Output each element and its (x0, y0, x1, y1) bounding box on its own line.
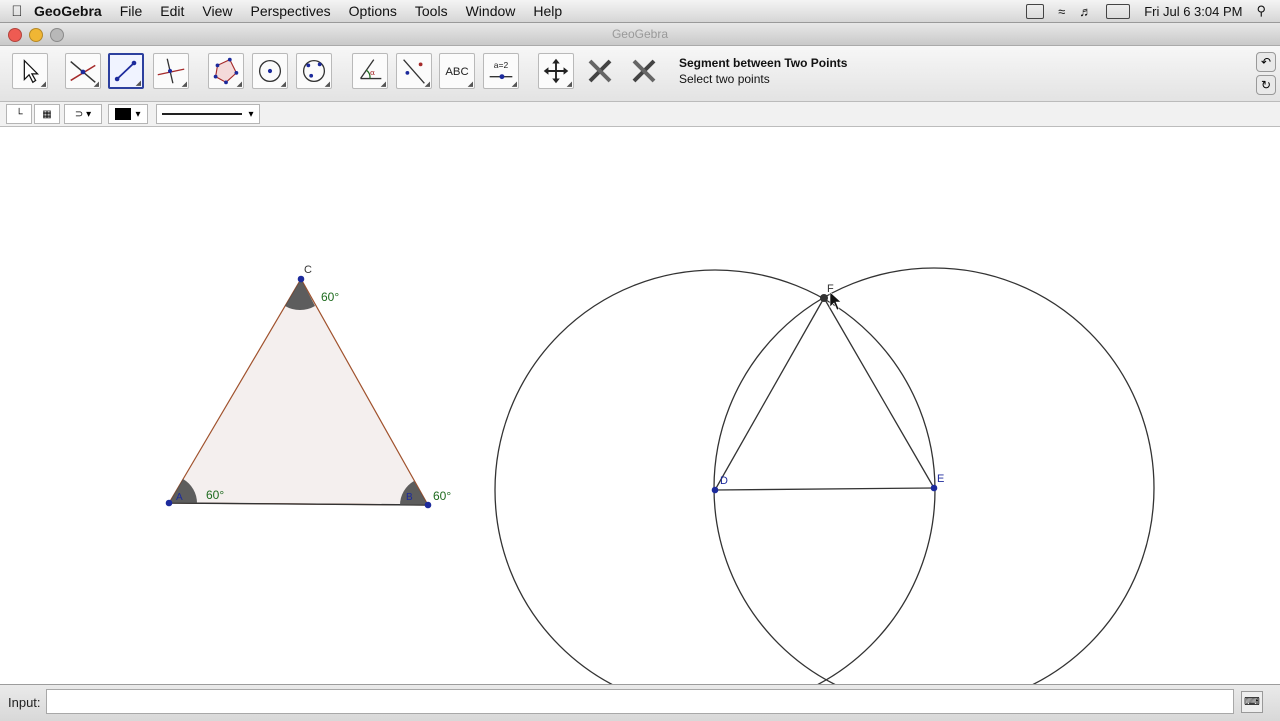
input-bar: Input: ⌨ (0, 684, 1280, 721)
tool-info: Segment between Two Points Select two po… (679, 56, 847, 86)
tool-toolbar: ◢ ◢ ◢ ◢ ◢ ◢ ◢ α ◢ ◢ ABC ◢ a=2 ◢ ◢ Segmen… (0, 46, 1280, 102)
slider-tool-glyph: a=2 (494, 60, 509, 70)
keyboard-icon[interactable]: ⌨ (1241, 691, 1263, 713)
menu-tools[interactable]: Tools (415, 3, 448, 19)
wifi-icon[interactable]: ≈ (1058, 4, 1065, 19)
polygon-tool-button[interactable]: ◢ (208, 53, 244, 89)
tools-icon-1[interactable] (582, 53, 618, 89)
spotlight-search-icon[interactable]: ⚲ (1256, 3, 1266, 19)
apple-menu-icon[interactable]:  (0, 3, 34, 20)
menu-file[interactable]: File (120, 3, 143, 19)
text-tool-glyph: ABC (445, 66, 468, 78)
mac-menubar:  GeoGebra File Edit View Perspectives O… (0, 0, 1280, 23)
window-titlebar: GeoGebra (0, 23, 1280, 46)
point-tool-button[interactable]: ◢ (65, 53, 101, 89)
line-style-dropdown[interactable]: ▾ (156, 104, 260, 124)
segment-tool-button[interactable]: ◢ (108, 53, 144, 89)
circle-centered-d[interactable] (494, 269, 936, 684)
point-capture-dropdown[interactable]: ⊃ ▾ (64, 104, 102, 124)
graphics-view[interactable]: 60° 60° 60° C A B D E F (0, 127, 1280, 684)
perpendicular-tool-button[interactable]: ◢ (153, 53, 189, 89)
angle-marker-c[interactable] (285, 279, 315, 311)
battery-icon[interactable] (1106, 3, 1131, 19)
point-label-d: D (720, 475, 728, 487)
menubar-clock[interactable]: Fri Jul 6 3:04 PM (1144, 4, 1242, 19)
segment-df[interactable] (714, 297, 825, 491)
style-bar: └ ▦ ⊃ ▾ ▾ ▾ (0, 102, 1280, 127)
point-e[interactable] (930, 484, 938, 492)
volume-icon[interactable]: ♬ (1079, 4, 1092, 19)
angle-label-a: 60° (206, 488, 224, 502)
point-label-c: C (304, 264, 312, 276)
point-b[interactable] (424, 501, 432, 509)
menu-edit[interactable]: Edit (160, 3, 184, 19)
segment-ef[interactable] (823, 297, 935, 489)
slider-tool-button[interactable]: a=2 ◢ (483, 53, 519, 89)
input-field[interactable] (46, 689, 1234, 714)
tools-icon-2[interactable] (626, 53, 662, 89)
menu-options[interactable]: Options (349, 3, 397, 19)
window-title: GeoGebra (611, 27, 669, 41)
menu-perspectives[interactable]: Perspectives (250, 3, 330, 19)
point-a[interactable] (165, 499, 173, 507)
move-tool-button[interactable]: ◢ (12, 53, 48, 89)
circle-center-point-tool-button[interactable]: ◢ (252, 53, 288, 89)
menu-view[interactable]: View (202, 3, 232, 19)
menu-help[interactable]: Help (533, 3, 562, 19)
redo-icon[interactable]: ↻ (1256, 75, 1276, 95)
svg-text:α: α (370, 68, 375, 77)
menu-app-name[interactable]: GeoGebra (34, 3, 102, 19)
screen-icon[interactable] (1026, 3, 1045, 19)
move-graphics-view-tool-button[interactable]: ◢ (538, 53, 574, 89)
angle-tool-button[interactable]: α ◢ (352, 53, 388, 89)
angle-label-b: 60° (433, 489, 451, 503)
input-label: Input: (8, 695, 41, 710)
undo-icon[interactable]: ↶ (1256, 52, 1276, 72)
point-d[interactable] (711, 486, 719, 494)
reflect-tool-button[interactable]: ◢ (396, 53, 432, 89)
point-c[interactable] (297, 275, 305, 283)
point-label-b: B (406, 492, 413, 503)
circle-three-points-tool-button[interactable]: ◢ (296, 53, 332, 89)
tool-name: Segment between Two Points (679, 56, 848, 70)
point-label-e: E (937, 473, 944, 485)
triangle-abc[interactable] (167, 277, 430, 506)
mouse-cursor-icon (829, 291, 842, 311)
point-label-a: A (176, 492, 183, 503)
menu-window[interactable]: Window (466, 3, 516, 19)
tool-help: Select two points (679, 72, 770, 86)
text-tool-button[interactable]: ABC ◢ (439, 53, 475, 89)
grid-toggle-icon[interactable]: ▦ (34, 104, 60, 124)
axes-toggle-icon[interactable]: └ (6, 104, 32, 124)
segment-de[interactable] (714, 487, 935, 491)
angle-label-c: 60° (321, 290, 339, 304)
point-f[interactable] (820, 294, 828, 302)
color-dropdown[interactable]: ▾ (108, 104, 148, 124)
